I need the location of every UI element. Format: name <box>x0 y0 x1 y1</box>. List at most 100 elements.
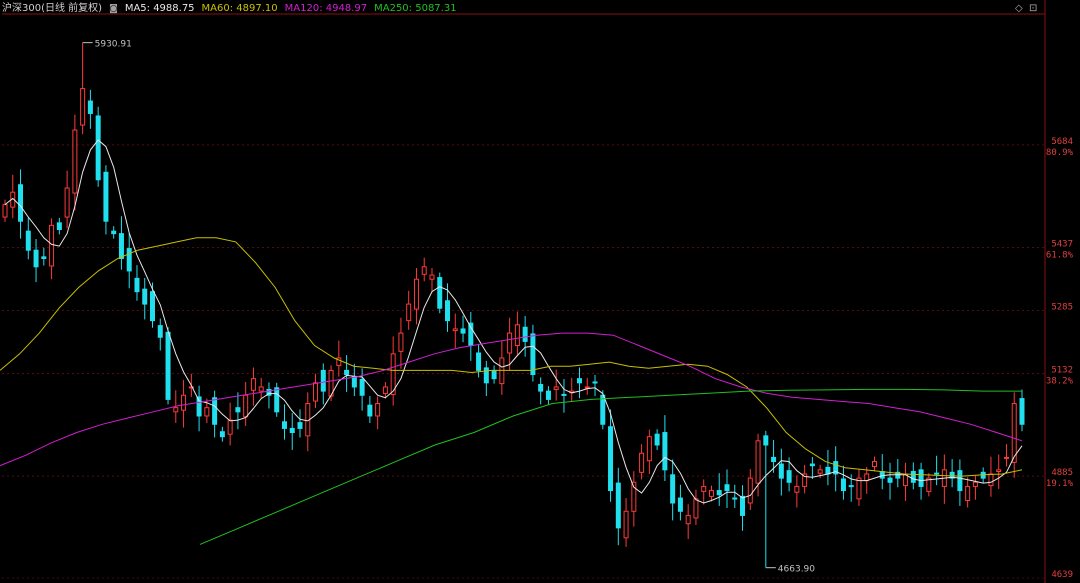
grid-layer <box>2 0 1046 583</box>
candle-body <box>778 463 784 479</box>
y-tick-percent: 19.1% <box>1046 479 1074 489</box>
candle-body <box>351 376 357 388</box>
candle-body <box>460 328 466 334</box>
candle-body <box>165 331 171 400</box>
candle-body <box>476 352 482 371</box>
candle-body <box>118 233 124 259</box>
candle-body <box>996 469 1002 472</box>
y-tick-label: 5285 <box>1051 302 1073 312</box>
candle-body <box>297 422 303 429</box>
candle-body <box>654 433 660 446</box>
candle-body <box>507 332 513 354</box>
candle-body <box>382 386 388 395</box>
ma60-line <box>0 237 1023 477</box>
candle-body <box>25 230 31 251</box>
candle-body <box>320 369 326 392</box>
legend-bar: 沪深300(日线 前复权) ◙ MA5: 4988.75 MA60: 4897.… <box>2 2 457 16</box>
candle-body <box>150 291 156 322</box>
candle-body <box>871 461 877 468</box>
candle-body <box>600 394 606 425</box>
candle-body <box>359 379 365 396</box>
candle-body <box>181 394 187 411</box>
candle-body <box>72 129 78 194</box>
candle-body <box>685 514 691 525</box>
candle-body <box>887 477 893 483</box>
candle-body <box>553 386 559 390</box>
y-tick-percent: 38.2% <box>1046 377 1074 387</box>
candle-body <box>212 397 218 425</box>
legend-ma5: MA5: 4988.75 <box>124 3 195 14</box>
candle-body <box>522 326 528 342</box>
candle-body <box>250 378 256 391</box>
candle-body <box>972 481 978 487</box>
candle-body <box>639 452 645 473</box>
candle-body <box>771 456 777 463</box>
candle-body <box>910 470 916 483</box>
y-tick-label: 5437 <box>1051 239 1073 249</box>
maximize-icon[interactable]: ⊡ <box>1029 3 1037 15</box>
y-tick-label: 5684 <box>1051 137 1073 147</box>
candle-body <box>615 482 621 529</box>
settings-icon[interactable]: ◙ <box>109 2 118 16</box>
candle-body <box>80 88 86 126</box>
candle-body <box>825 466 831 475</box>
candle-body <box>491 369 497 380</box>
candle-body <box>794 485 800 493</box>
candle-body <box>95 115 101 181</box>
candle-body <box>809 463 815 467</box>
y-tick-label: 4639 <box>1051 570 1073 580</box>
candle-body <box>965 485 971 502</box>
candle-body <box>1003 456 1009 459</box>
candle-body <box>716 490 722 496</box>
y-tick-percent: 61.8% <box>1046 250 1074 260</box>
candle-body <box>1019 398 1025 425</box>
candle-body <box>281 421 287 429</box>
candle-body <box>701 485 707 492</box>
y-axis: 568480.9% 543761.8% 5285 513238.2% 488519.1%… <box>1046 137 1074 580</box>
candle-body <box>413 278 419 310</box>
candle-body <box>817 469 823 474</box>
legend-ma250: MA250: 5087.31 <box>374 3 457 14</box>
candle-body <box>840 478 846 492</box>
candle-body <box>576 378 582 384</box>
candle-body <box>289 427 295 434</box>
instrument-title: 沪深300(日线 前复权) <box>2 3 103 14</box>
candlestick-chart[interactable]: 568480.9% 543761.8% 5285 513238.2% 488519.1%… <box>0 0 1080 583</box>
candle-body <box>313 382 319 402</box>
ma5-line <box>4 139 1023 504</box>
candle-body <box>142 288 148 305</box>
candle-body <box>274 387 280 413</box>
candle-body <box>344 369 350 376</box>
candle-body <box>561 393 567 396</box>
low-annotation: 4663.90 <box>778 565 815 575</box>
candle-body <box>227 419 233 435</box>
y-tick-label: 5132 <box>1051 366 1073 376</box>
candle-body <box>157 325 163 338</box>
candle-body <box>732 497 738 500</box>
candle-body <box>111 230 117 235</box>
candle-body <box>538 383 544 392</box>
candle-body <box>87 100 93 114</box>
candle-body <box>755 440 761 484</box>
candles <box>2 42 1025 568</box>
y-tick-percent: 80.9% <box>1046 148 1074 158</box>
candle-body <box>18 184 24 222</box>
candle-body <box>879 470 885 479</box>
candle-body <box>452 328 458 332</box>
diamond-icon[interactable]: ◇ <box>1015 3 1023 15</box>
legend-ma120: MA120: 4948.97 <box>284 3 368 14</box>
candle-body <box>934 472 940 475</box>
candle-body <box>33 249 39 268</box>
candle-body <box>2 204 8 218</box>
candle-body <box>545 390 551 400</box>
candle-body <box>677 497 683 512</box>
candle-body <box>126 248 132 272</box>
candle-body <box>56 222 62 230</box>
candle-body <box>670 474 676 504</box>
candle-body <box>530 333 536 376</box>
candle-body <box>918 469 924 487</box>
candle-body <box>64 187 70 218</box>
candle-body <box>103 171 109 222</box>
high-annotation: 5930.91 <box>95 40 132 50</box>
candle-body <box>988 473 994 487</box>
